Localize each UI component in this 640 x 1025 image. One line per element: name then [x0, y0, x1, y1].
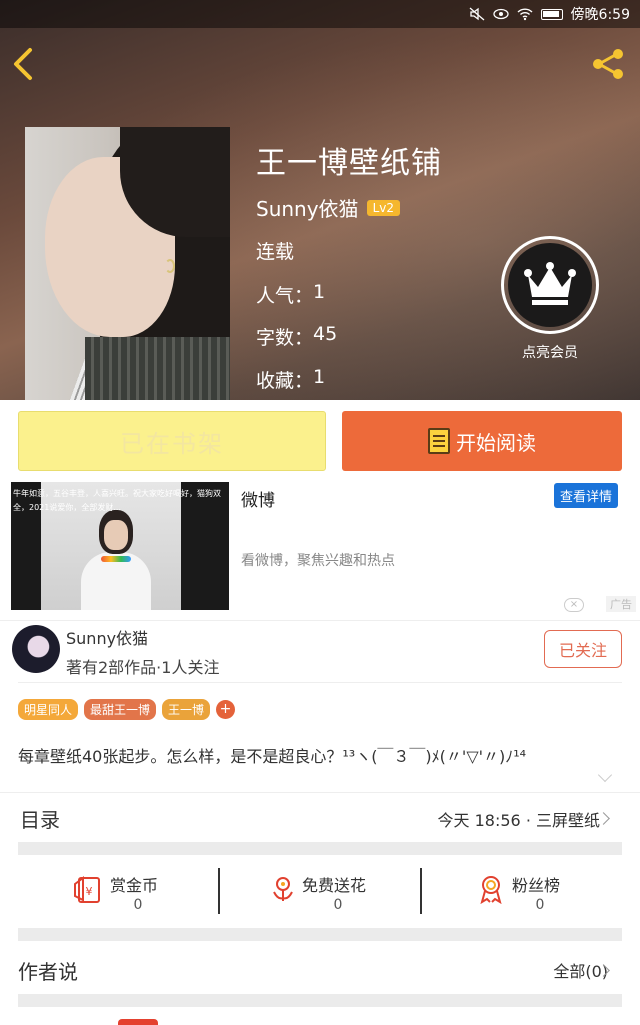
book-cover-image [25, 127, 230, 400]
author-card[interactable]: Sunny依猫 著有2部作品·1人关注 已关注 [0, 620, 640, 682]
popularity-label: 人气： [256, 285, 314, 307]
section-separator [18, 842, 622, 855]
ad-description: 看微博，聚焦兴趣和热点 [241, 553, 395, 569]
tag-item[interactable]: 明星同人 [18, 699, 79, 720]
word-count-value: 45 [313, 323, 338, 345]
book-title: 王一博壁纸铺 [256, 146, 442, 181]
battery-icon [540, 8, 563, 20]
ad-close-icon[interactable]: × [564, 598, 584, 612]
book-icon [428, 428, 450, 454]
popularity-value: 1 [313, 281, 326, 303]
free-flower-value: 0 [333, 897, 343, 913]
mute-icon [469, 7, 484, 21]
book-author-name[interactable]: Sunny依猫 [256, 193, 359, 222]
free-flower-stat[interactable]: 免费送花 0 [268, 860, 468, 920]
ad-person-face [104, 520, 128, 550]
stats-divider [218, 868, 220, 914]
wifi-icon [517, 8, 533, 21]
favorites-label: 收藏： [256, 370, 314, 392]
bottom-badge [118, 1019, 158, 1025]
start-reading-button[interactable]: 开始阅读 [342, 411, 622, 471]
vip-crown-button[interactable] [501, 236, 599, 334]
reward-coin-label: 赏金币 [110, 876, 159, 895]
tag-item[interactable]: 王一博 [162, 699, 211, 720]
tag-list: 明星同人 最甜王一博 王一博 + [18, 699, 236, 720]
ad-detail-button[interactable]: 查看详情 [553, 483, 618, 508]
toc-latest-chapter: 今天 18:56 · 三屏壁纸 [437, 811, 600, 830]
crown-icon [524, 262, 576, 305]
fan-ranking-label: 粉丝榜 [512, 876, 561, 895]
divider [0, 792, 640, 793]
divider [18, 682, 622, 683]
ad-tag: 广告 [606, 596, 636, 612]
author-level-badge: Lv2 [366, 199, 400, 216]
book-favorites: 收藏： 1 [256, 366, 325, 393]
free-flower-label: 免费送花 [302, 876, 367, 895]
eye-icon [492, 8, 509, 20]
ad-thumbnail: 牛年如意，五谷丰登，人喜兴旺。祝大家吃好喝好，猫狗双全，2021说爱你，全部发财… [11, 482, 229, 610]
status-time: 傍晚6:59 [570, 7, 630, 23]
stats-divider [420, 868, 422, 914]
cover-earring [165, 259, 175, 273]
author-card-meta: 著有2部作品·1人关注 [66, 658, 220, 677]
ad-person [81, 510, 151, 610]
add-tag-button[interactable]: + [216, 700, 236, 719]
author-card-name[interactable]: Sunny依猫 [66, 625, 148, 649]
fan-ranking-stat[interactable]: 粉丝榜 0 [476, 860, 640, 920]
ad-thumbnail-text: 牛年如意，五谷丰登，人喜兴旺。祝大家吃好喝好，猫狗双全，2021说爱你，全部发财… [13, 489, 221, 512]
tag-item[interactable]: 最甜王一博 [84, 699, 157, 720]
book-popularity: 人气： 1 [256, 281, 325, 308]
favorites-value: 1 [313, 366, 326, 388]
table-of-contents-row[interactable]: 目录 今天 18:56 · 三屏壁纸 [0, 796, 640, 840]
section-separator [18, 994, 622, 1007]
expand-chevron-icon[interactable] [597, 767, 613, 783]
ad-person-stripe [101, 556, 131, 562]
book-status: 连载 [256, 241, 295, 263]
ad-title: 微博 [241, 491, 275, 511]
book-description: 每章壁纸40张起步。怎么样，是不是超良心？¹³ヽ(￣３￣)ﾒ(〃'▽'〃)ﾉ¹⁴ [18, 747, 527, 766]
book-word-count: 字数： 45 [256, 323, 337, 350]
support-stats: ¥ 赏金币 0 免费送花 0 粉丝榜 0 [0, 860, 640, 930]
book-author-row[interactable]: Sunny依猫 Lv2 [256, 193, 400, 222]
ad-banner[interactable]: 牛年如意，五谷丰登，人喜兴旺。祝大家吃好喝好，猫狗双全，2021说爱你，全部发财… [0, 480, 640, 618]
cover-jacket [85, 337, 230, 400]
author-says-title: 作者说 [18, 960, 78, 984]
word-count-label: 字数： [256, 327, 314, 349]
vip-label: 点亮会员 [522, 345, 578, 361]
in-bookshelf-button[interactable]: 已在书架 [18, 411, 326, 471]
reward-coin-value: 0 [133, 897, 143, 913]
author-says-row[interactable]: 作者说 全部(0) [0, 944, 640, 992]
fan-ranking-value: 0 [535, 897, 545, 913]
status-bar: 傍晚6:59 [0, 0, 640, 28]
section-separator [18, 928, 622, 941]
toc-title: 目录 [20, 808, 60, 832]
author-avatar[interactable] [12, 625, 60, 673]
followed-button[interactable]: 已关注 [544, 630, 622, 668]
share-icon[interactable] [590, 46, 626, 82]
back-arrow-icon[interactable] [8, 44, 38, 84]
start-reading-label: 开始阅读 [456, 430, 536, 455]
